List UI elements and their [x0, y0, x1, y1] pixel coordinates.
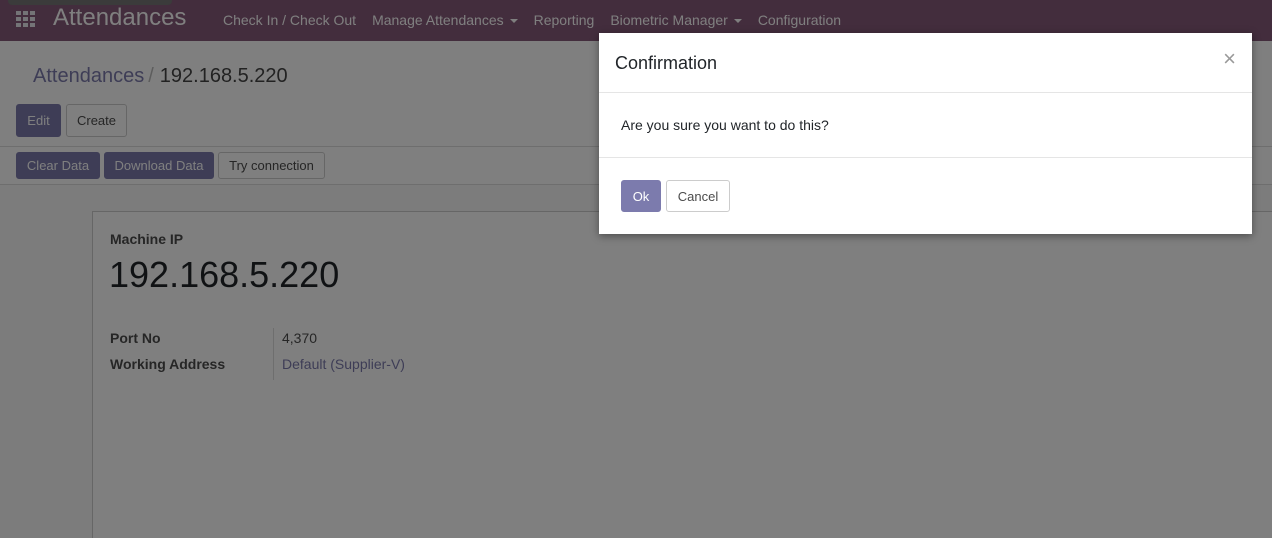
confirmation-dialog: Confirmation × Are you sure you want to … [599, 33, 1252, 234]
modal-footer: Ok Cancel [599, 158, 1252, 234]
close-icon[interactable]: × [1223, 46, 1236, 72]
modal-title: Confirmation [615, 53, 718, 73]
modal-message: Are you sure you want to do this? [621, 117, 829, 133]
modal-body: Are you sure you want to do this? [599, 93, 1252, 158]
cancel-button[interactable]: Cancel [666, 180, 730, 212]
tooltip-remnant [8, 0, 172, 5]
modal-header: Confirmation × [599, 33, 1252, 93]
ok-button[interactable]: Ok [621, 180, 661, 212]
